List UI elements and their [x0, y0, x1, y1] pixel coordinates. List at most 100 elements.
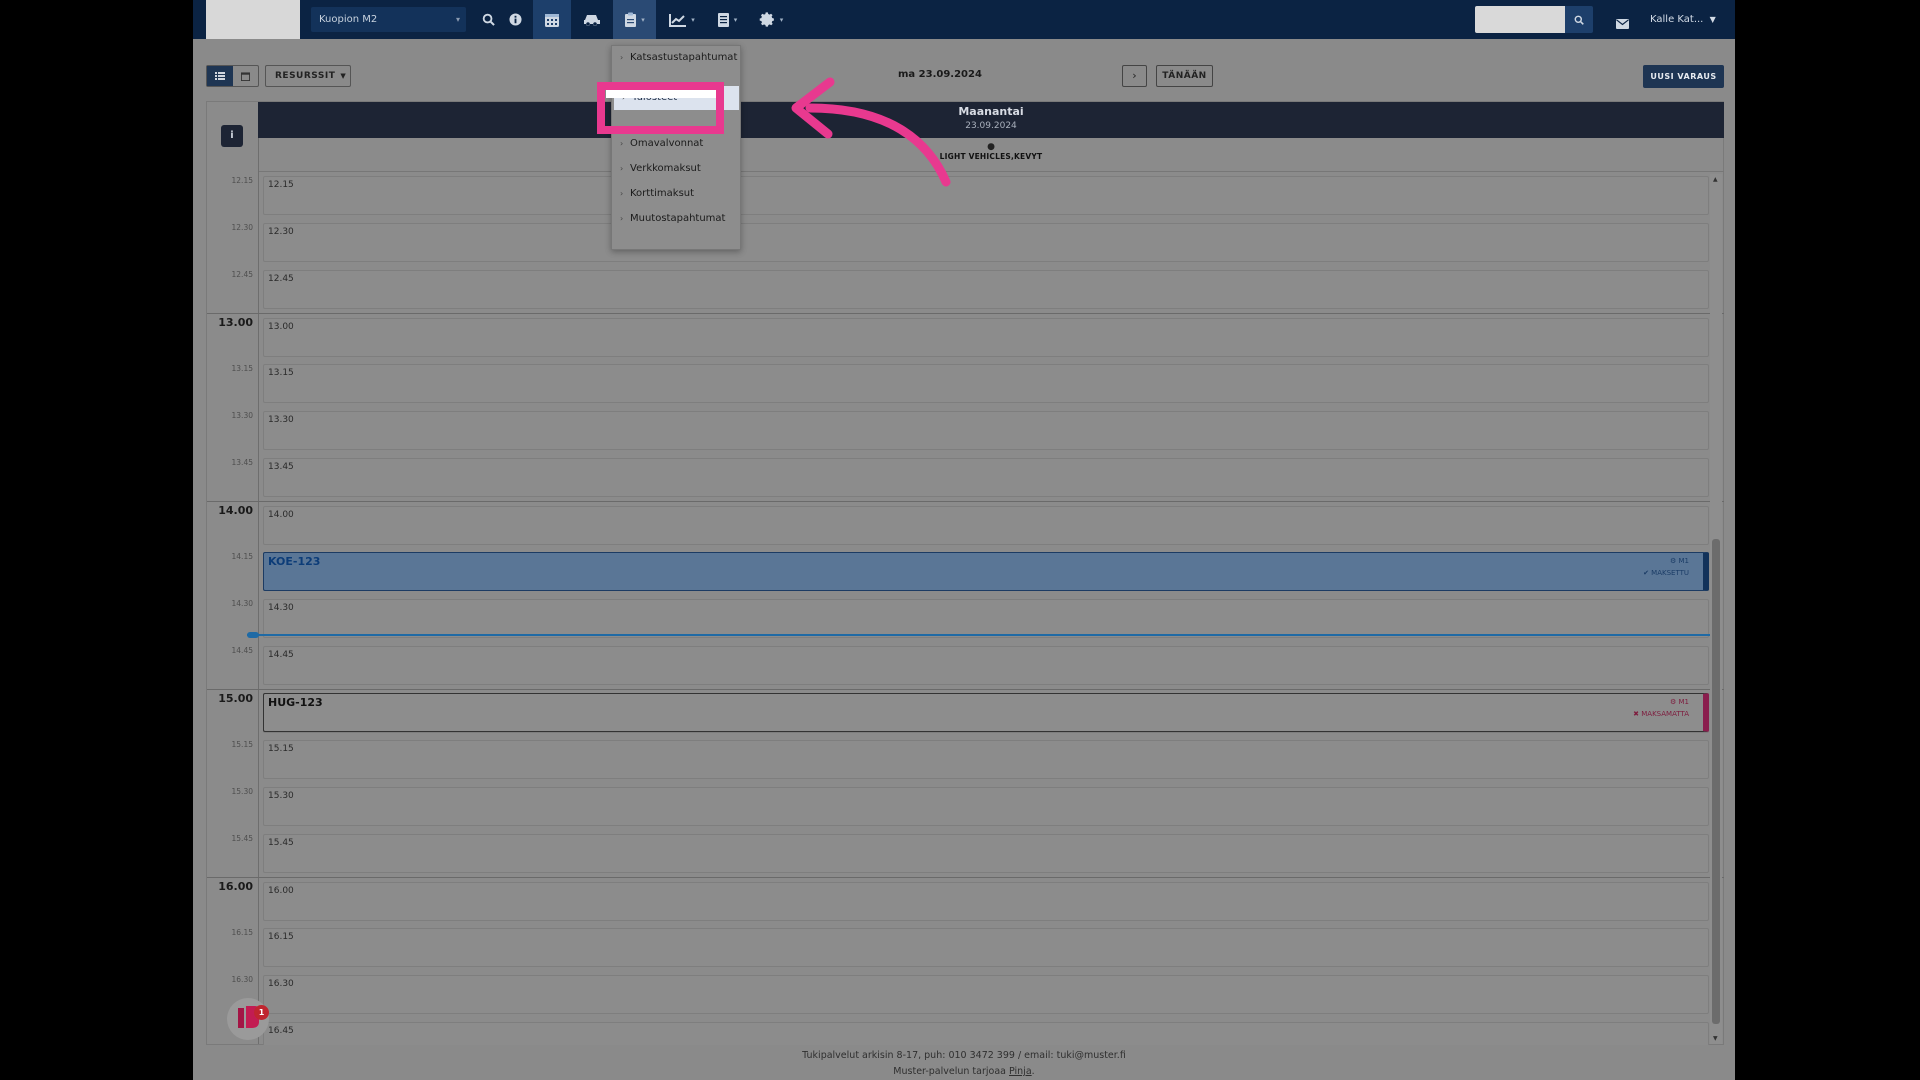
time-slot: 15.15 15.15	[207, 736, 1724, 783]
clipboard-menu[interactable]: ▾	[613, 0, 656, 39]
mail-icon[interactable]	[1616, 14, 1629, 33]
time-label: 13.45	[231, 458, 253, 467]
scroll-up-icon[interactable]: ▲	[1713, 176, 1718, 183]
global-search-button[interactable]	[1565, 6, 1593, 33]
chart-menu[interactable]: ▾	[663, 0, 701, 39]
day-name: Maanantai	[958, 105, 1024, 118]
slot-cell[interactable]: 14.30	[263, 599, 1709, 638]
menu-item-korttimaksut[interactable]: › Korttimaksut	[612, 182, 740, 206]
calendar-icon[interactable]	[533, 0, 571, 39]
info-button[interactable]: i	[221, 125, 243, 147]
chevron-down-icon: ▾	[733, 15, 738, 24]
car-icon[interactable]	[573, 0, 611, 39]
user-menu[interactable]: Kalle Kat... ▼	[1650, 0, 1716, 39]
booking-resource: ⚙ M1	[1670, 557, 1689, 565]
menu-item-verkkomaksut[interactable]: › Verkkomaksut	[612, 157, 740, 181]
clipboard-icon	[625, 12, 637, 27]
slot-cell[interactable]: 12.30	[263, 223, 1709, 262]
slot-cell[interactable]: 12.45	[263, 270, 1709, 309]
slot-time-text: 15.30	[268, 791, 294, 801]
slot-time-text: 13.45	[268, 462, 294, 472]
settings-menu[interactable]: ▾	[751, 0, 791, 39]
slot-cell[interactable]: 16.30	[263, 975, 1709, 1014]
slot-cell[interactable]: 16.45	[263, 1022, 1709, 1045]
booking-unpaid[interactable]: HUG-123 ⚙ M1 ✖ MAKSAMATTA	[263, 693, 1709, 732]
current-time-marker	[247, 632, 259, 638]
location-select[interactable]: Kuopion M2 ▾	[311, 7, 466, 32]
chevron-down-icon: ▼	[340, 72, 347, 80]
time-label: 12.15	[231, 176, 253, 185]
booking-status: ✖ MAKSAMATTA	[1633, 710, 1689, 718]
menu-item-label: Korttimaksut	[630, 188, 695, 199]
global-search-input[interactable]	[1475, 6, 1565, 33]
slot-cell[interactable]: 15.45	[263, 834, 1709, 873]
slot-cell[interactable]: 13.00	[263, 318, 1709, 357]
top-navbar: Kuopion M2 ▾ ▾ ▾ ▾ ▾ Kalle Kat... ▼	[193, 0, 1735, 39]
booking-plate: HUG-123	[268, 696, 323, 709]
menu-item-label: Omavalvonnat	[630, 138, 704, 149]
today-button[interactable]: TÄNÄÄN	[1156, 65, 1213, 87]
provider-prefix: Muster-palvelun tarjoaa	[893, 1066, 1009, 1077]
time-label: 15.45	[231, 834, 253, 843]
chevron-right-icon: ›	[620, 214, 624, 223]
time-label: 14.15	[231, 552, 253, 561]
slot-cell[interactable]: 13.45	[263, 458, 1709, 497]
time-label: 16.00	[218, 880, 253, 893]
slot-time-text: 14.45	[268, 650, 294, 660]
location-label: Kuopion M2	[319, 14, 378, 25]
new-booking-button[interactable]: UUSI VARAUS	[1643, 65, 1724, 88]
booking-paid[interactable]: KOE-123 ⚙ M1 ✔ MAKSETTU	[263, 552, 1709, 591]
slot-cell[interactable]: 16.15	[263, 928, 1709, 967]
time-label: 15.30	[231, 787, 253, 796]
time-slot: 16.00 16.00	[207, 877, 1724, 924]
list-view-button[interactable]	[207, 66, 233, 86]
info-icon[interactable]	[504, 0, 526, 39]
menu-item-omavalvonnat[interactable]: › Omavalvonnat	[612, 132, 740, 156]
resources-dropdown-button[interactable]: RESURSSIT ▼	[265, 65, 351, 87]
search-icon[interactable]	[476, 0, 500, 39]
next-day-button[interactable]: ›	[1122, 65, 1147, 87]
reports-dropdown-menu: ›Katsastustapahtumat ›Tulosteet ›Omavalv…	[611, 45, 741, 250]
provider-link[interactable]: Pinja	[1009, 1066, 1032, 1077]
time-slot: 12.30 12.30	[207, 219, 1724, 266]
booking-plate: KOE-123	[268, 555, 321, 568]
booking-status: ✔ MAKSETTU	[1643, 569, 1689, 577]
slot-cell[interactable]: 13.15	[263, 364, 1709, 403]
time-slot: 16.45	[207, 1018, 1724, 1045]
slot-time-text: 16.30	[268, 979, 294, 989]
time-slot: 14.45 14.45	[207, 642, 1724, 689]
menu-item-katsastustapahtumat[interactable]: › Katsastustapahtumat	[612, 46, 740, 70]
time-slot: 16.30 16.30	[207, 971, 1724, 1018]
resource-header: ● LIGHT VEHICLES,KEVYT	[258, 138, 1724, 172]
calendar-view-button[interactable]	[233, 66, 259, 86]
slot-time-text: 16.00	[268, 886, 294, 896]
slot-cell[interactable]: 15.15	[263, 740, 1709, 779]
calendar-scrollbar[interactable]: ▲ ▼	[1710, 174, 1722, 1044]
document-menu[interactable]: ▾	[709, 0, 745, 39]
slot-time-text: 13.15	[268, 368, 294, 378]
time-slot: 13.15 13.15	[207, 360, 1724, 407]
slot-time-text: 15.15	[268, 744, 294, 754]
time-slot: 15.30 15.30	[207, 783, 1724, 830]
slot-cell[interactable]: 14.45	[263, 646, 1709, 685]
slot-cell[interactable]: 15.30	[263, 787, 1709, 826]
menu-item-label: Muutostapahtumat	[630, 213, 726, 224]
slot-cell[interactable]: 12.15	[263, 176, 1709, 215]
slot-cell[interactable]: 13.30	[263, 411, 1709, 450]
scroll-down-icon[interactable]: ▼	[1713, 1035, 1718, 1042]
time-slot: 12.45 12.45	[207, 266, 1724, 313]
slot-time-text: 14.30	[268, 603, 294, 613]
menu-item-label: Verkkomaksut	[630, 163, 701, 174]
time-label: 13.15	[231, 364, 253, 373]
time-slots: 12.15 12.15 12.30 12.30 12.45 12.45 13.00 13.00…	[207, 172, 1724, 1045]
logo[interactable]	[206, 0, 300, 39]
menu-item-muutostapahtumat[interactable]: › Muutostapahtumat	[612, 207, 740, 231]
day-calendar: i Maanantai 23.09.2024 ● LIGHT VEHICLES,…	[206, 101, 1724, 1045]
slot-cell[interactable]: 16.00	[263, 882, 1709, 921]
user-name: Kalle Kat...	[1650, 14, 1704, 25]
current-time-line	[247, 634, 1712, 636]
slot-time-text: 12.15	[268, 180, 294, 190]
slot-cell[interactable]: 14.00	[263, 506, 1709, 545]
support-info: Tukipalvelut arkisin 8-17, puh: 010 3472…	[802, 1050, 1126, 1061]
scrollbar-thumb[interactable]	[1712, 539, 1720, 1024]
